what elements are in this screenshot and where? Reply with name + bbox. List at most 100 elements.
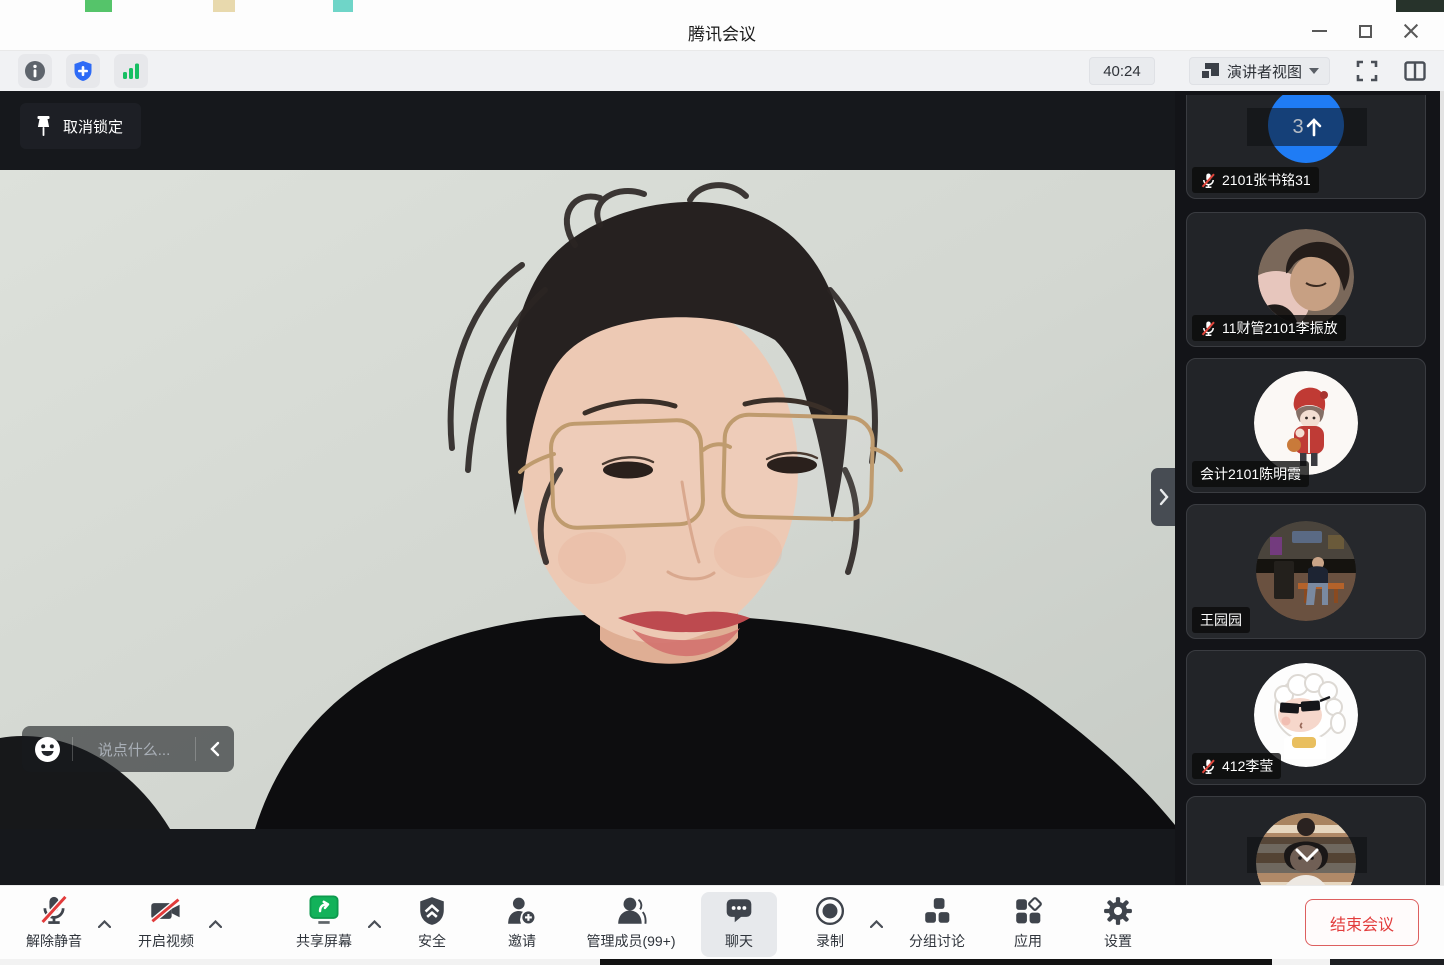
emoji-smiley-icon xyxy=(34,736,61,763)
record-options-chevron[interactable] xyxy=(866,916,886,932)
participant-label: 11财管2101李振放 xyxy=(1192,315,1346,341)
meeting-timer: 40:24 xyxy=(1089,57,1155,85)
share-options-chevron[interactable] xyxy=(364,916,384,932)
sidebar-collapse-handle[interactable] xyxy=(1151,468,1176,526)
participant-tile[interactable]: 412李莹 xyxy=(1186,650,1426,785)
hidden-above-count: 3 xyxy=(1292,116,1303,139)
participant-name: 412李莹 xyxy=(1222,756,1273,776)
desktop-fragment xyxy=(85,0,112,12)
toolbar-top-right: 40:24 演讲者视图 xyxy=(1089,54,1430,88)
participants-sidebar: 3 2101张书铭31 xyxy=(1175,91,1444,885)
desktop-fragment xyxy=(600,959,1272,965)
unlock-pin-button[interactable]: 取消锁定 xyxy=(20,103,141,149)
start-video-button[interactable]: 开启视频 xyxy=(128,894,204,951)
meeting-main-area: 取消锁定 说点什么... xyxy=(0,91,1444,885)
maximize-button[interactable] xyxy=(1342,12,1388,50)
share-screen-button[interactable]: 共享屏幕 xyxy=(284,894,364,951)
fullscreen-icon xyxy=(1355,59,1379,83)
participant-name: 会计2101陈明霞 xyxy=(1200,464,1301,484)
chevron-left-icon xyxy=(210,741,220,757)
breakout-rooms-button[interactable]: 分组讨论 xyxy=(902,894,972,951)
apps-label: 应用 xyxy=(1014,931,1042,951)
toolbar-top-left xyxy=(18,54,148,88)
security-label: 安全 xyxy=(418,931,446,951)
end-meeting-button[interactable]: 结束会议 xyxy=(1305,899,1419,946)
side-panel-button[interactable] xyxy=(1400,56,1430,86)
meeting-protection-button[interactable] xyxy=(66,54,100,88)
participant-label: 2101张书铭31 xyxy=(1192,167,1319,193)
record-circle-icon xyxy=(815,896,845,926)
speaker-view-layout-icon xyxy=(1200,61,1220,81)
network-signal-icon xyxy=(120,60,142,82)
shield-plus-icon xyxy=(72,60,94,82)
audio-options-chevron[interactable] xyxy=(94,916,114,932)
members-icon xyxy=(615,896,647,926)
chat-button[interactable]: 聊天 xyxy=(701,892,777,957)
security-shield-icon xyxy=(418,896,446,926)
invite-person-plus-icon xyxy=(506,896,538,926)
security-button[interactable]: 安全 xyxy=(404,894,460,951)
speaker-video-area: 取消锁定 说点什么... xyxy=(0,91,1175,885)
emoji-button[interactable] xyxy=(22,736,72,763)
invite-button[interactable]: 邀请 xyxy=(494,894,550,951)
quick-chat-bar: 说点什么... xyxy=(22,726,234,772)
avatar xyxy=(1254,371,1358,475)
microphone-muted-icon xyxy=(1200,320,1217,337)
breakout-rooms-label: 分组讨论 xyxy=(909,931,965,951)
titlebar: 腾讯会议 xyxy=(0,12,1444,50)
meeting-info-button[interactable] xyxy=(18,54,52,88)
tencent-meeting-window: 腾讯会议 xyxy=(0,0,1444,965)
minimize-icon xyxy=(1312,30,1327,32)
participant-tile[interactable]: 会计2101陈明霞 xyxy=(1186,358,1426,493)
participant-name: 11财管2101李振放 xyxy=(1222,318,1338,338)
settings-button[interactable]: 设置 xyxy=(1092,894,1144,951)
scroll-up-indicator[interactable]: 3 xyxy=(1247,108,1367,146)
maximize-icon xyxy=(1359,25,1372,38)
collapse-chatbar-button[interactable] xyxy=(196,741,234,757)
close-button[interactable] xyxy=(1388,12,1434,50)
camera-off-icon xyxy=(149,896,183,926)
chevron-up-icon xyxy=(209,920,222,928)
record-label: 录制 xyxy=(816,931,844,951)
participant-tile[interactable]: 11财管2101李振放 xyxy=(1186,212,1426,347)
chat-label: 聊天 xyxy=(725,931,753,951)
desktop-fragment xyxy=(1396,0,1444,12)
desktop-fragment xyxy=(333,0,353,12)
minimize-button[interactable] xyxy=(1296,12,1342,50)
start-video-label: 开启视频 xyxy=(138,931,194,951)
participant-tile[interactable]: 3 2101张书铭31 xyxy=(1186,95,1426,199)
apps-grid-icon xyxy=(1013,896,1043,926)
participant-tile[interactable]: 王园园 xyxy=(1186,504,1426,639)
manage-members-button[interactable]: 管理成员(99+) xyxy=(572,894,690,951)
desktop-edge-bottom xyxy=(0,959,1444,965)
pin-icon xyxy=(34,115,53,137)
fullscreen-button[interactable] xyxy=(1352,56,1382,86)
desktop-fragment xyxy=(213,0,235,12)
apps-button[interactable]: 应用 xyxy=(1002,894,1054,951)
microphone-muted-icon xyxy=(1200,758,1217,775)
participant-name: 王园园 xyxy=(1200,610,1242,630)
view-mode-label: 演讲者视图 xyxy=(1227,61,1302,82)
participant-tile[interactable] xyxy=(1186,796,1426,885)
video-options-chevron[interactable] xyxy=(205,916,225,932)
chevron-up-icon xyxy=(870,920,883,928)
desktop-fragment xyxy=(1330,959,1444,965)
unmute-button[interactable]: 解除静音 xyxy=(16,894,92,951)
view-mode-button[interactable]: 演讲者视图 xyxy=(1189,57,1330,85)
manage-members-label: 管理成员(99+) xyxy=(586,931,675,951)
breakout-rooms-icon xyxy=(922,896,952,926)
screen-share-icon xyxy=(307,894,341,926)
meeting-toolbar-top: 40:24 演讲者视图 xyxy=(0,50,1444,91)
avatar xyxy=(1256,521,1356,621)
record-button[interactable]: 录制 xyxy=(800,894,860,951)
meeting-controls-bar: 解除静音 开启视频 xyxy=(0,885,1444,959)
info-icon xyxy=(24,60,46,82)
microphone-muted-icon xyxy=(1200,172,1217,189)
chat-input-placeholder[interactable]: 说点什么... xyxy=(73,739,195,760)
settings-label: 设置 xyxy=(1104,931,1132,951)
invite-label: 邀请 xyxy=(508,931,536,951)
participant-label: 412李莹 xyxy=(1192,753,1281,779)
window-title: 腾讯会议 xyxy=(0,20,1444,45)
network-signal-button[interactable] xyxy=(114,54,148,88)
scroll-down-indicator[interactable] xyxy=(1247,837,1367,873)
